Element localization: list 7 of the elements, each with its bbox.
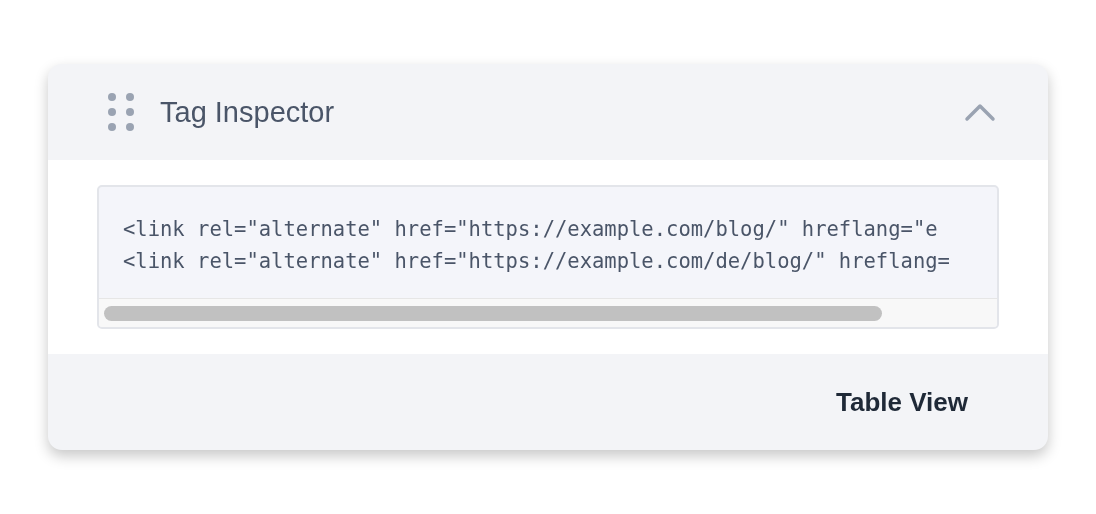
drag-handle-icon[interactable] — [108, 93, 134, 131]
table-view-button[interactable]: Table View — [836, 382, 968, 422]
scrollbar[interactable] — [99, 298, 997, 327]
code-line: <link rel="alternate" href="https://example.com/blog/" hreflang="e — [123, 216, 939, 243]
code-line: <link rel="alternate" href="https://example.com/de/blog/" hreflang= — [123, 248, 951, 275]
chevron-icon[interactable] — [964, 102, 996, 122]
panel-title: Tag Inspector — [160, 95, 336, 129]
